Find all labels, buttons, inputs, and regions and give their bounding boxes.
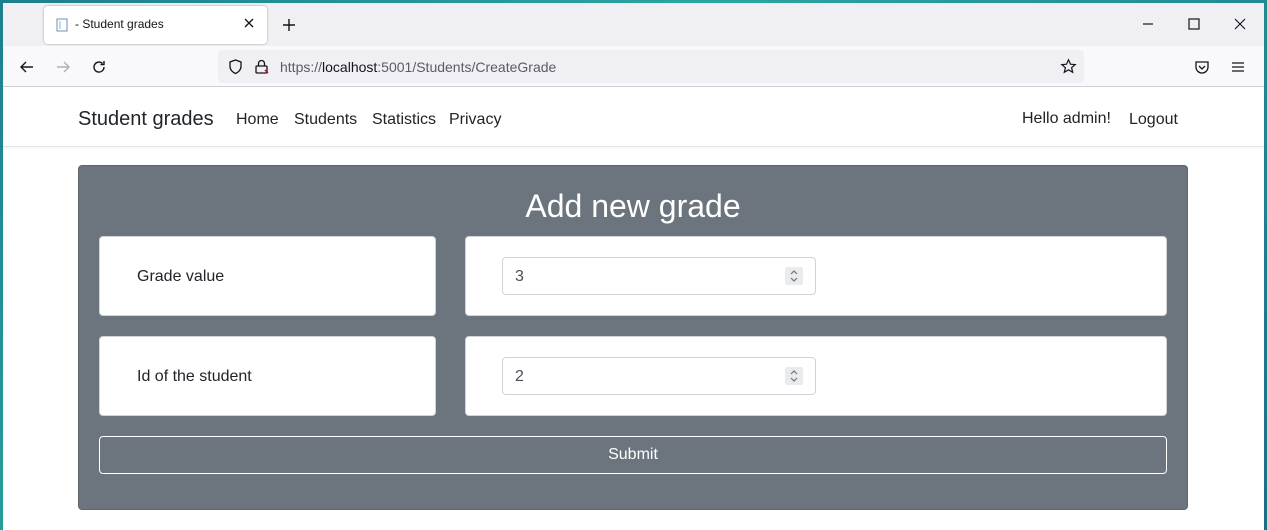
submit-button[interactable]: Submit (99, 436, 1167, 474)
student-label: Id of the student (137, 368, 252, 385)
form-title: Add new grade (525, 188, 741, 224)
spinner-icon[interactable] (785, 267, 803, 285)
pocket-icon[interactable] (1193, 58, 1211, 76)
grade-label-box: Grade value (99, 236, 436, 316)
star-icon[interactable] (1060, 58, 1077, 75)
nav-privacy[interactable]: Privacy (449, 111, 501, 129)
student-id-text: 2 (515, 368, 524, 385)
browser-toolbar: https://localhost:5001/Students/CreateGr… (3, 46, 1264, 87)
plus-icon[interactable] (280, 16, 298, 34)
reload-icon[interactable] (90, 58, 108, 76)
student-label-box: Id of the student (99, 336, 436, 416)
nav-students[interactable]: Students (294, 111, 357, 129)
page-icon (55, 18, 69, 32)
tab-strip: - Student grades (3, 3, 1264, 46)
forward-icon[interactable] (54, 58, 72, 76)
site-brand[interactable]: Student grades (78, 108, 214, 131)
url-text: https://localhost:5001/Students/CreateGr… (280, 59, 557, 75)
greeting-text: Hello admin! (1022, 110, 1111, 127)
browser-tab[interactable]: - Student grades (44, 6, 267, 44)
spinner-icon[interactable] (785, 367, 803, 385)
url-bar[interactable]: https://localhost:5001/Students/CreateGr… (218, 50, 1084, 83)
grade-value-input[interactable]: 3 (502, 257, 816, 295)
nav-statistics[interactable]: Statistics (372, 111, 436, 129)
close-icon[interactable] (241, 15, 257, 31)
student-id-input[interactable]: 2 (502, 357, 816, 395)
close-window-icon[interactable] (1232, 16, 1248, 32)
page-content: Student grades Home Students Statistics … (3, 88, 1264, 530)
grade-label: Grade value (137, 268, 225, 285)
add-grade-card: Add new grade Grade value 3 Id of the st… (78, 165, 1188, 510)
browser-window: - Student grades https://localhost:5001/… (3, 3, 1264, 530)
shield-icon[interactable] (227, 58, 244, 75)
grade-value-text: 3 (515, 268, 524, 285)
nav-home[interactable]: Home (236, 111, 279, 129)
tab-title: - Student grades (75, 17, 164, 31)
grade-input-box: 3 (465, 236, 1167, 316)
minimize-icon[interactable] (1140, 16, 1156, 32)
site-navbar: Student grades Home Students Statistics … (3, 88, 1264, 147)
logout-link[interactable]: Logout (1129, 111, 1178, 129)
back-icon[interactable] (18, 58, 36, 76)
menu-icon[interactable] (1229, 58, 1247, 76)
student-input-box: 2 (465, 336, 1167, 416)
lock-icon[interactable] (253, 58, 270, 75)
maximize-icon[interactable] (1186, 16, 1202, 32)
